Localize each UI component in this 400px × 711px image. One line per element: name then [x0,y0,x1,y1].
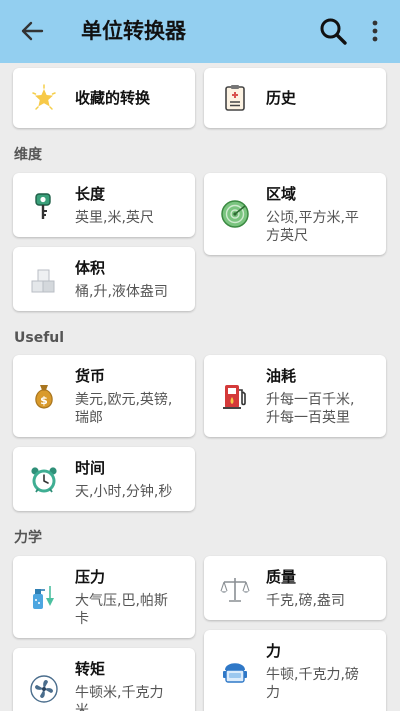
money-bag-icon: $ [35,385,53,409]
pressure-card[interactable]: 压力 大气压,巴,帕斯 卡 [13,556,195,638]
favorites-label: 收藏的转换 [75,89,151,107]
length-units: 英里,米,英尺 [75,210,154,226]
app-bar: 单位转换器 [0,0,400,63]
force-units: 牛顿,千克力,磅 力 [266,667,359,701]
section-header-useful: Useful [14,330,65,346]
volume-card[interactable]: 体积 桶,升,液体盎司 [13,247,195,311]
svg-text:$: $ [40,394,48,407]
cubes-icon [31,269,55,293]
time-label: 时间 [75,459,106,477]
area-card[interactable]: 区域 公顷,平方米,平 方英尺 [204,173,386,255]
arrow-back-icon[interactable] [18,17,46,45]
currency-units: 美元,欧元,英镑, 瑞郎 [75,392,173,426]
pressure-units: 大气压,巴,帕斯 卡 [75,593,168,627]
volume-units: 桶,升,液体盎司 [75,284,168,300]
time-card[interactable]: 时间 天,小时,分钟,秒 [13,447,195,511]
volume-label: 体积 [75,259,106,277]
time-units: 天,小时,分钟,秒 [75,484,173,500]
length-card[interactable]: 长度 英里,米,英尺 [13,173,195,237]
favorites-card[interactable]: 收藏的转换 [13,68,195,128]
force-card[interactable]: 力 牛顿,千克力,磅 力 [204,630,386,711]
fan-icon [30,675,58,703]
fuel-consumption-units: 升每一百千米, 升每一百英里 [266,392,355,426]
force-label: 力 [266,642,282,660]
radar-icon [221,200,249,228]
history-label: 历史 [266,89,297,107]
balance-scale-icon [220,578,250,602]
more-vertical-icon[interactable] [364,17,386,45]
section-header-mechanics: 力学 [14,530,42,546]
torque-card[interactable]: 转矩 牛顿米,千克力 米 [13,648,195,711]
fuel-consumption-card[interactable]: 油耗 升每一百千米, 升每一百英里 [204,355,386,437]
page-title: 单位转换器 [81,19,186,43]
torque-units: 牛顿米,千克力 米 [75,685,164,711]
length-label: 长度 [75,185,106,203]
star-icon [32,84,56,110]
fuel-consumption-label: 油耗 [266,367,297,385]
spray-bottle-icon [33,586,54,609]
mass-card[interactable]: 质量 千克,磅,盎司 [204,556,386,620]
clipboard-icon [225,85,245,111]
robot-icon [223,663,247,683]
alarm-clock-icon [31,467,57,493]
key-icon [35,193,51,219]
torque-label: 转矩 [75,660,106,678]
fuel-pump-icon [223,385,246,409]
section-header-dimension: 维度 [14,147,42,163]
history-card[interactable]: 历史 [204,68,386,128]
pressure-label: 压力 [75,568,106,586]
search-icon[interactable] [318,16,348,46]
area-label: 区域 [266,185,297,203]
mass-label: 质量 [266,568,297,586]
currency-card[interactable]: $ 货币 美元,欧元,英镑, 瑞郎 [13,355,195,437]
area-units: 公顷,平方米,平 方英尺 [266,210,359,244]
mass-units: 千克,磅,盎司 [266,593,345,609]
currency-label: 货币 [75,367,106,385]
